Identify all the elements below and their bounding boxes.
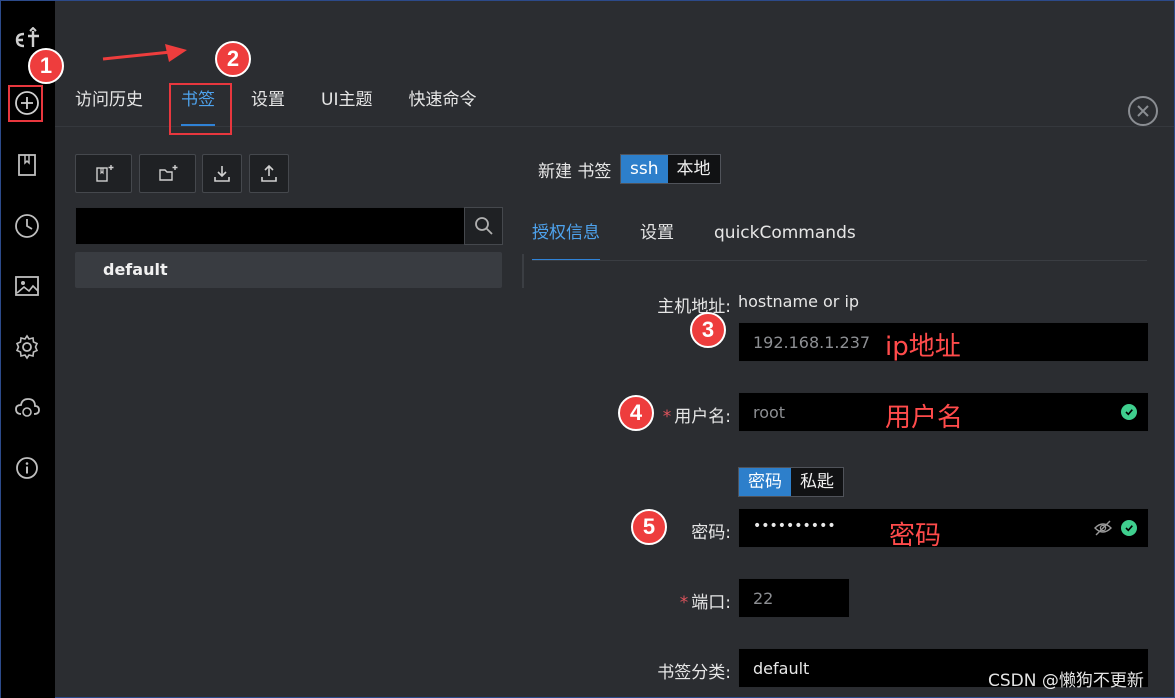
top-tab-bar: 访问历史 书签 设置 UI主题 快速命令: [75, 87, 512, 127]
close-icon: [1137, 105, 1149, 117]
type-option-local[interactable]: 本地: [667, 155, 720, 183]
tab-history[interactable]: 访问历史: [75, 87, 143, 127]
annotation-note-user: 用户名: [885, 403, 964, 433]
app-window: 访问历史 书签 设置 UI主题 快速命令 default 新建 书签 ssh 本…: [0, 0, 1175, 698]
annotation-badge-3: 3: [690, 312, 726, 348]
history-sidebar-button[interactable]: [12, 211, 42, 241]
new-bookmark-icon: [95, 164, 113, 182]
password-input[interactable]: ••••••••••: [738, 508, 1149, 548]
port-value: 22: [753, 589, 774, 608]
host-value: 192.168.1.237: [753, 333, 871, 352]
watermark: CSDN @懒狗不更新: [988, 671, 1144, 691]
form-tab-divider: [532, 260, 1147, 261]
image-sidebar-button[interactable]: [12, 271, 42, 301]
port-input[interactable]: 22: [738, 578, 850, 618]
about-sidebar-button[interactable]: [12, 453, 42, 483]
check-icon: [1121, 404, 1137, 420]
bookmarks-sidebar-button[interactable]: [12, 150, 42, 180]
type-option-ssh[interactable]: ssh: [621, 155, 668, 183]
search-button[interactable]: [464, 207, 503, 245]
panel-splitter[interactable]: [522, 254, 524, 288]
tree-item-default[interactable]: default: [75, 252, 502, 288]
annotation-badge-2: 2: [215, 41, 251, 77]
annotation-note-password: 密码: [889, 521, 942, 551]
auth-option-password[interactable]: 密码: [739, 468, 791, 496]
annotation-badge-4: 4: [618, 395, 654, 431]
bookmark-type-switch: ssh 本地: [620, 154, 721, 184]
settings-sidebar-button[interactable]: [12, 332, 42, 362]
annotation-note-ip: ip地址: [885, 332, 961, 362]
search-input[interactable]: [75, 207, 503, 245]
tab-quick-commands[interactable]: 快速命令: [408, 87, 476, 127]
export-button[interactable]: [249, 154, 289, 193]
new-bookmark-button[interactable]: [75, 154, 132, 193]
info-icon: [16, 457, 38, 479]
tab-quick-commands-form[interactable]: quickCommands: [714, 221, 856, 261]
close-button[interactable]: [1128, 96, 1158, 126]
tab-form-settings[interactable]: 设置: [640, 221, 674, 261]
image-icon: [15, 276, 39, 296]
auth-option-private-key[interactable]: 私匙: [791, 468, 843, 496]
category-label: 书签分类:: [657, 663, 731, 683]
check-icon: [1121, 520, 1137, 536]
import-icon: [214, 165, 230, 182]
annotation-badge-5: 5: [631, 509, 667, 545]
tab-ui-theme[interactable]: UI主题: [321, 87, 372, 127]
gear-icon: [15, 334, 39, 360]
history-icon: [15, 214, 39, 238]
new-bookmark-title: 新建 书签: [538, 162, 612, 182]
annotation-arrow: [102, 44, 187, 62]
new-folder-button[interactable]: [139, 154, 196, 193]
export-icon: [261, 164, 277, 182]
form-tab-bar: 授权信息 设置 quickCommands: [532, 221, 896, 261]
new-folder-icon: [158, 164, 177, 181]
eye-off-icon[interactable]: [1094, 520, 1112, 540]
cloud-sync-icon: [15, 398, 40, 417]
tab-auth-info[interactable]: 授权信息: [532, 221, 600, 261]
password-value: ••••••••••: [753, 518, 836, 534]
cloud-sync-sidebar-button[interactable]: [12, 393, 42, 423]
highlight-box-tab: [169, 83, 232, 135]
search-icon: [474, 217, 493, 235]
auth-type-switch: 密码 私匙: [738, 467, 844, 497]
port-label: * 端口:: [679, 593, 731, 613]
import-button[interactable]: [202, 154, 242, 193]
annotation-badge-1: 1: [28, 48, 64, 84]
bookmark-icon: [18, 154, 36, 176]
highlight-box-sidebar: [8, 85, 43, 122]
tree-item-label: default: [103, 260, 168, 279]
host-hint: hostname or ip: [738, 292, 860, 311]
tab-settings[interactable]: 设置: [251, 87, 285, 127]
category-value: default: [753, 659, 810, 678]
username-value: root: [753, 403, 786, 422]
